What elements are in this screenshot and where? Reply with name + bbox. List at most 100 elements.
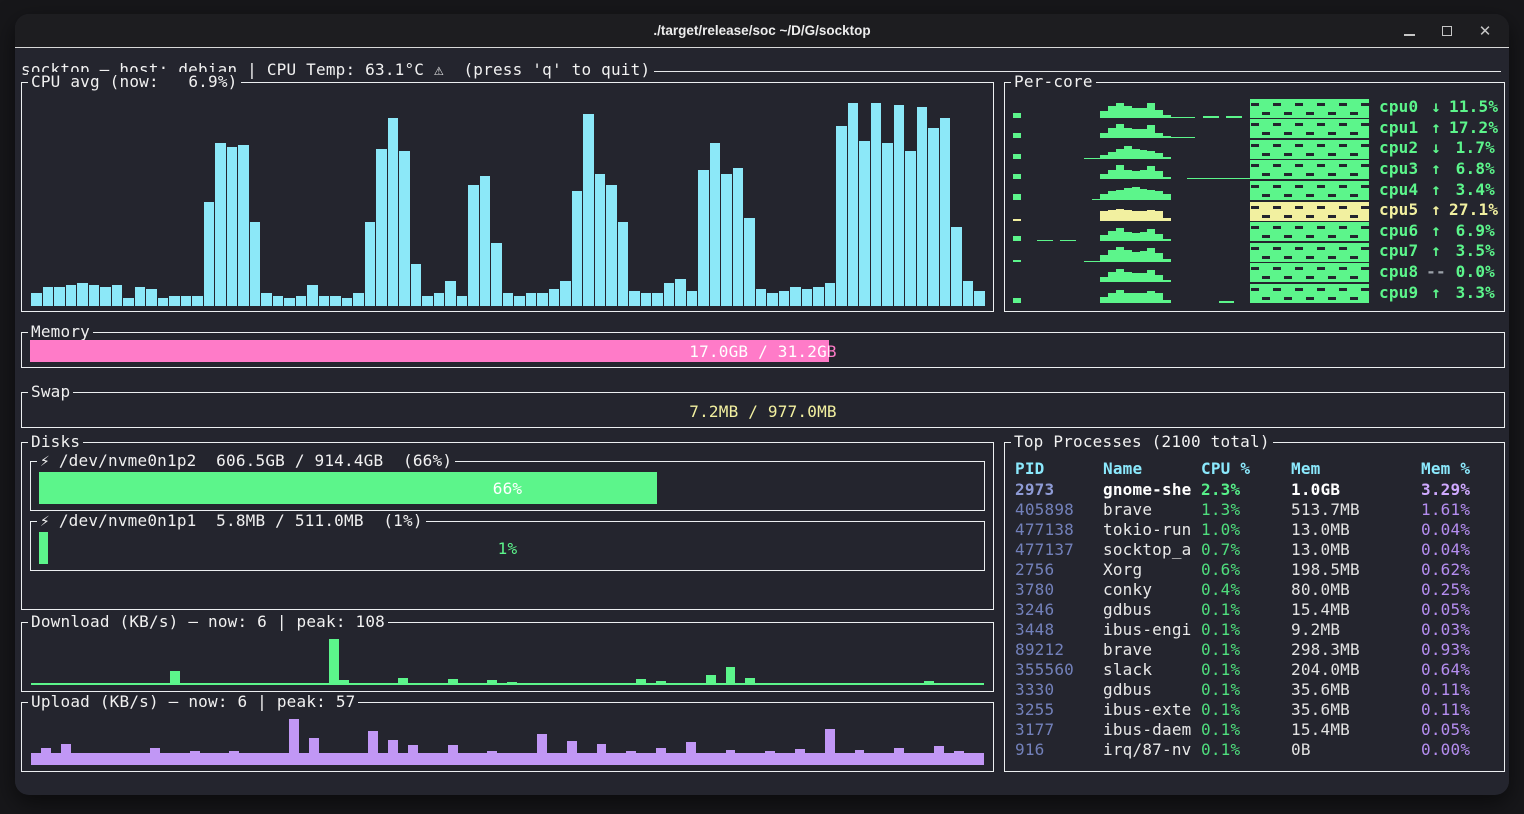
core-row: cpu2↓1.7% [1013, 138, 1495, 159]
core-label: cpu8--0.0% [1379, 262, 1495, 282]
memory-panel: Memory 17.0GB / 31.2GB17.0GB / 31.2GB [21, 332, 1505, 368]
close-button[interactable]: ✕ [1471, 18, 1499, 44]
core-row: cpu9↑3.3% [1013, 282, 1495, 303]
disk-partition-title: ⚡ /dev/nvme0n1p1 5.8MB / 511.0MB (1%) [37, 511, 426, 531]
download-title: Download (KB/s) — now: 6 | peak: 108 [28, 612, 388, 632]
core-trend-arrow-icon: ↑ [1423, 283, 1449, 303]
top-processes-panel: Top Processes (2100 total) PID Name CPU … [1004, 442, 1505, 772]
col-pid: PID [1015, 459, 1103, 478]
cpu-avg-title: CPU avg (now: 6.9%) [28, 72, 241, 92]
upload-title: Upload (KB/s) — now: 6 | peak: 57 [28, 692, 358, 712]
titlebar: ./target/release/soc ~/D/G/socktop ✕ [15, 14, 1509, 48]
disks-panel: Disks ⚡/dev/nvme0n1p2 606.5GB / 914.4GB … [21, 442, 994, 610]
col-cpu: CPU % [1201, 459, 1291, 478]
core-row: cpu8--0.0% [1013, 262, 1495, 283]
swap-title: Swap [28, 382, 73, 402]
top-processes-title: Top Processes (2100 total) [1011, 432, 1273, 452]
per-core-rows: cpu0↓11.5%cpu1↑17.2%cpu2↓1.7%cpu3↑6.8%cp… [1013, 97, 1495, 303]
swap-gauge: 7.2MB / 977.0MB7.2MB / 977.0MB [30, 400, 1496, 422]
download-chart [31, 639, 984, 685]
core-trend-arrow-icon: ↑ [1423, 118, 1449, 138]
core-label: cpu2↓1.7% [1379, 138, 1495, 158]
app-status-line: socktop — host: debian | CPU Temp: 63.1°… [21, 60, 1501, 80]
core-sparkline [1013, 243, 1369, 262]
core-row: cpu1↑17.2% [1013, 118, 1495, 139]
terminal-content: socktop — host: debian | CPU Temp: 63.1°… [15, 48, 1509, 794]
core-trend-arrow-icon: ↓ [1423, 97, 1449, 117]
process-row: 2756Xorg0.6%198.5MB0.62% [1015, 560, 1498, 580]
per-core-title: Per-core [1011, 72, 1096, 92]
core-sparkline [1013, 202, 1369, 221]
core-trend-arrow-icon: ↓ [1423, 138, 1449, 158]
disk-partition-title: ⚡/dev/nvme0n1p2 606.5GB / 914.4GB (66%) [37, 451, 455, 471]
core-label: cpu0↓11.5% [1379, 97, 1498, 117]
disk-partition-panel: ⚡/dev/nvme0n1p1 5.8MB / 511.0MB (1%) 1%1… [30, 521, 985, 571]
process-row: 3255ibus-exte0.1%35.6MB0.11% [1015, 700, 1498, 720]
process-row: 916irq/87-nv0.1%0B0.00% [1015, 740, 1498, 760]
process-row: 477137socktop_a0.7%13.0MB0.04% [1015, 540, 1498, 560]
disk-usage-gauge: 66%66% [39, 472, 976, 504]
core-row: cpu0↓11.5% [1013, 97, 1495, 118]
core-sparkline [1013, 181, 1369, 200]
core-trend-arrow-icon: -- [1423, 262, 1449, 282]
maximize-button[interactable] [1433, 18, 1461, 44]
process-table-rows: 2973gnome-she2.3%1.0GB3.29%405898brave1.… [1015, 480, 1498, 767]
core-sparkline [1013, 284, 1369, 303]
core-row: cpu7↑3.5% [1013, 241, 1495, 262]
maximize-icon [1442, 26, 1452, 36]
disk-partition-label: /dev/nvme0n1p1 5.8MB / 511.0MB (1%) [59, 511, 423, 531]
core-sparkline [1013, 222, 1369, 241]
disk-bolt-icon: ⚡ [40, 511, 50, 531]
core-sparkline [1013, 140, 1369, 159]
upload-chart [31, 719, 984, 765]
process-row: 3177ibus-daem0.1%15.4MB0.05% [1015, 720, 1498, 740]
col-mem: Mem [1291, 459, 1421, 478]
col-name: Name [1103, 459, 1201, 478]
minimize-icon [1404, 34, 1415, 36]
core-sparkline [1013, 99, 1369, 118]
process-row: 2973gnome-she2.3%1.0GB3.29% [1015, 480, 1498, 500]
swap-panel: Swap 7.2MB / 977.0MB7.2MB / 977.0MB [21, 392, 1505, 428]
terminal-window: ./target/release/soc ~/D/G/socktop ✕ soc… [15, 14, 1509, 795]
disk-bolt-icon: ⚡ [40, 451, 50, 471]
core-label: cpu5↑27.1% [1379, 200, 1498, 220]
cpu-avg-chart [31, 97, 984, 306]
process-row: 355560slack0.1%204.0MB0.64% [1015, 660, 1498, 680]
process-row: 3448ibus-engi0.1%9.2MB0.03% [1015, 620, 1498, 640]
core-row: cpu3↑6.8% [1013, 159, 1495, 180]
process-row: 3330gdbus0.1%35.6MB0.11% [1015, 680, 1498, 700]
per-core-panel: Per-core cpu0↓11.5%cpu1↑17.2%cpu2↓1.7%cp… [1004, 82, 1505, 312]
cpu-avg-panel: CPU avg (now: 6.9%) [21, 82, 994, 312]
core-row: cpu6↑6.9% [1013, 221, 1495, 242]
process-row: 477138tokio-run1.0%13.0MB0.04% [1015, 520, 1498, 540]
core-row: cpu4↑3.4% [1013, 179, 1495, 200]
window-controls: ✕ [1395, 14, 1499, 47]
core-label: cpu1↑17.2% [1379, 118, 1498, 138]
core-label: cpu4↑3.4% [1379, 180, 1495, 200]
desktop-background: ./target/release/soc ~/D/G/socktop ✕ soc… [0, 0, 1524, 814]
process-row: 405898brave1.3%513.7MB1.61% [1015, 500, 1498, 520]
core-label: cpu7↑3.5% [1379, 241, 1495, 261]
core-label: cpu9↑3.3% [1379, 283, 1495, 303]
minimize-button[interactable] [1395, 18, 1423, 44]
process-row: 3780conky0.4%80.0MB0.25% [1015, 580, 1498, 600]
process-row: 89212brave0.1%298.3MB0.93% [1015, 640, 1498, 660]
disks-title: Disks [28, 432, 83, 452]
process-table-header: PID Name CPU % Mem Mem % [1015, 459, 1498, 478]
disk-usage-gauge: 1%1% [39, 532, 976, 564]
core-trend-arrow-icon: ↑ [1423, 241, 1449, 261]
process-row: 3246gdbus0.1%15.4MB0.05% [1015, 600, 1498, 620]
download-panel: Download (KB/s) — now: 6 | peak: 108 [21, 622, 994, 692]
core-trend-arrow-icon: ↑ [1423, 180, 1449, 200]
disk-partition-panel: ⚡/dev/nvme0n1p2 606.5GB / 914.4GB (66%) … [30, 461, 985, 511]
core-sparkline [1013, 119, 1369, 138]
upload-panel: Upload (KB/s) — now: 6 | peak: 57 [21, 702, 994, 772]
memory-title: Memory [28, 322, 93, 342]
core-label: cpu3↑6.8% [1379, 159, 1495, 179]
core-trend-arrow-icon: ↑ [1423, 200, 1449, 220]
memory-gauge: 17.0GB / 31.2GB17.0GB / 31.2GB [30, 340, 1496, 362]
window-title: ./target/release/soc ~/D/G/socktop [653, 23, 870, 38]
core-sparkline [1013, 160, 1369, 179]
core-row: cpu5↑27.1% [1013, 200, 1495, 221]
core-trend-arrow-icon: ↑ [1423, 159, 1449, 179]
